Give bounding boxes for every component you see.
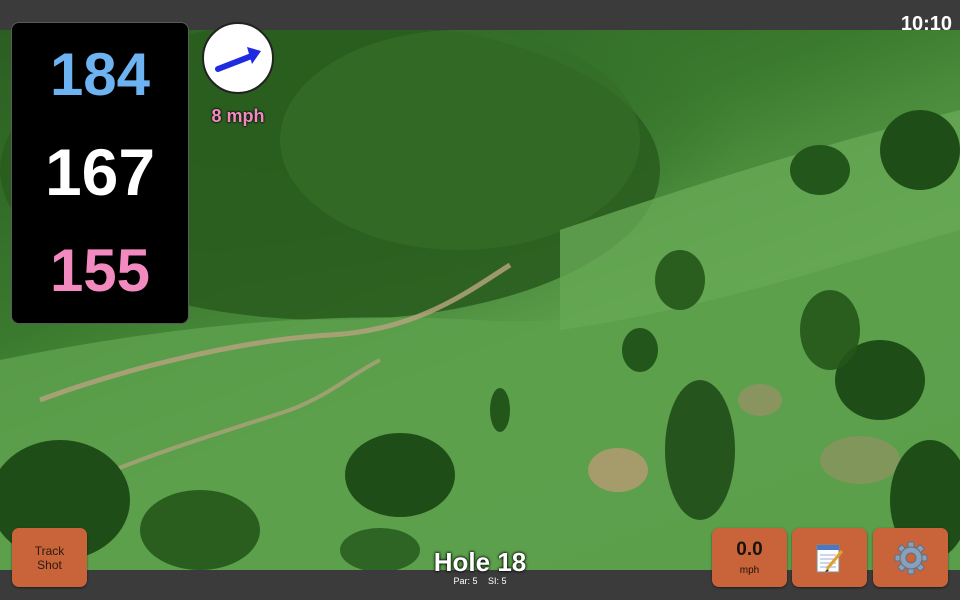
hole-title: Hole 18 [433,547,527,577]
yardage-panel: 184 167 155 [11,22,189,324]
notepad-icon [816,544,843,572]
wind-direction-arrow-icon [215,47,261,72]
back-yardage: 184 [49,41,151,108]
track-shot-button[interactable]: Track Shot [12,528,87,587]
front-yardage: 155 [49,237,151,304]
wind-speed: 8 mph [211,106,265,126]
track-shot-label-line2: Shot [37,557,62,572]
gear-icon [894,541,927,574]
speed-value: 0.0 [736,539,763,560]
center-yardage: 167 [44,135,156,209]
speed-unit: mph [739,565,760,576]
track-shot-label-line1: Track [34,543,65,558]
scorecard-button[interactable] [792,528,867,587]
hole-info: Par: 5 SI: 5 [380,577,580,586]
speed-button[interactable]: 0.0 mph [712,528,787,587]
hole-par: Par: 5 [453,576,478,586]
wind-dial [202,22,274,94]
settings-button[interactable] [873,528,948,587]
hole-stroke-index: SI: 5 [488,576,507,586]
